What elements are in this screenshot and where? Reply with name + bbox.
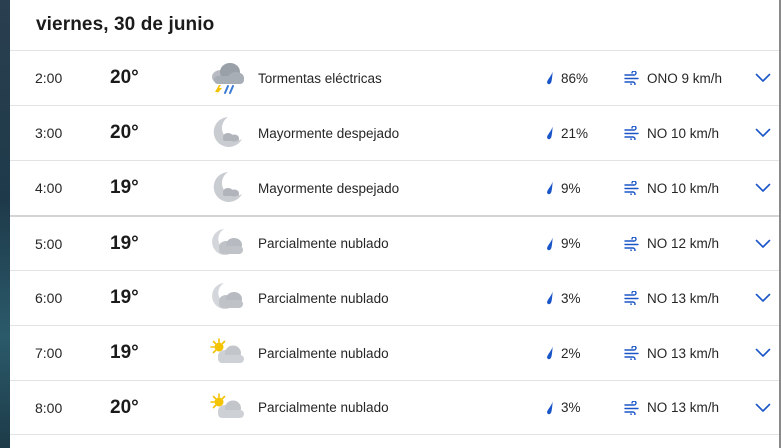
raindrop-icon [546, 71, 554, 85]
raindrop-icon [546, 346, 554, 360]
forecast-row[interactable]: 3:00 20° Mayormente despejado 21% NO 10 … [10, 105, 779, 160]
partly-cloudy-night-icon [207, 271, 247, 325]
hour-label: 4:00 [35, 180, 63, 196]
hourly-list: 2:00 20° Tormentas eléctricas 86% ONO 9 … [10, 50, 779, 435]
condition-text: Mayormente despejado [258, 125, 400, 141]
forecast-row[interactable]: 5:00 19° Parcialmente nublado 9% NO 12 k… [10, 215, 779, 270]
chevron-down-icon[interactable] [753, 106, 773, 160]
hour-label: 6:00 [35, 290, 63, 306]
precipitation: 3% [546, 271, 581, 325]
partly-cloudy-day-icon [207, 326, 247, 380]
precipitation: 2% [546, 326, 581, 380]
mostly-clear-night-icon [207, 161, 247, 215]
wind-icon [624, 400, 640, 415]
precip-value: 9% [561, 236, 581, 251]
raindrop-icon [546, 126, 554, 140]
wind: NO 13 km/h [624, 381, 719, 434]
chevron-down-icon[interactable] [753, 326, 773, 380]
partly-cloudy-day-icon [207, 381, 247, 434]
precipitation: 3% [546, 381, 581, 434]
thunderstorm-icon [207, 51, 247, 105]
chevron-down-icon[interactable] [753, 381, 773, 434]
wind-icon [624, 291, 640, 305]
precip-value: 21% [561, 125, 589, 141]
chevron-down-icon[interactable] [753, 271, 773, 325]
precipitation: 9% [546, 161, 581, 215]
precip-value: 3% [561, 400, 581, 415]
precip-value: 3% [561, 290, 581, 306]
precip-value: 2% [561, 345, 581, 361]
wind-value: NO 13 km/h [647, 345, 720, 361]
wind-value: NO 10 km/h [647, 125, 720, 141]
raindrop-icon [546, 237, 554, 251]
raindrop-icon [546, 181, 554, 195]
condition-text: Parcialmente nublado [258, 345, 389, 361]
temperature: 20° [110, 396, 139, 418]
wind-value: NO 13 km/h [647, 400, 720, 415]
hourly-forecast-panel: viernes, 30 de junio 2:00 20° Tormentas … [10, 0, 779, 448]
temperature: 19° [110, 342, 139, 363]
hour-label: 3:00 [35, 125, 63, 141]
precipitation: 86% [546, 51, 588, 105]
hour-label: 5:00 [35, 235, 63, 252]
precip-value: 9% [561, 180, 581, 196]
wind-icon [624, 181, 640, 195]
wind-value: ONO 9 km/h [647, 70, 723, 86]
condition-text: Parcialmente nublado [258, 290, 389, 306]
forecast-row[interactable]: 2:00 20° Tormentas eléctricas 86% ONO 9 … [10, 50, 779, 105]
forecast-row[interactable]: 4:00 19° Mayormente despejado 9% NO 10 k… [10, 160, 779, 215]
partly-cloudy-night-icon [207, 217, 247, 270]
wind: ONO 9 km/h [624, 51, 722, 105]
condition-text: Tormentas eléctricas [258, 70, 382, 86]
condition-text: Parcialmente nublado [258, 400, 389, 415]
raindrop-icon [546, 401, 554, 415]
mostly-clear-night-icon [207, 106, 247, 160]
temperature: 19° [110, 232, 139, 254]
raindrop-icon [546, 291, 554, 305]
condition-text: Parcialmente nublado [258, 236, 389, 251]
wind-value: NO 13 km/h [647, 290, 720, 306]
temperature: 20° [110, 122, 139, 143]
hour-label: 8:00 [35, 399, 63, 416]
wind: NO 13 km/h [624, 326, 719, 380]
temperature: 20° [110, 67, 139, 88]
precipitation: 21% [546, 106, 588, 160]
wind-icon [624, 236, 640, 251]
wind-icon [624, 71, 640, 85]
wind-icon [624, 346, 640, 360]
condition-text: Mayormente despejado [258, 180, 400, 196]
chevron-down-icon[interactable] [753, 217, 773, 270]
background-edge [0, 0, 10, 448]
wind: NO 13 km/h [624, 271, 719, 325]
wind-icon [624, 126, 640, 140]
forecast-row[interactable]: 7:00 19° Parcialmente nublado 2% NO 13 k… [10, 325, 779, 380]
wind: NO 10 km/h [624, 161, 719, 215]
temperature: 19° [110, 287, 139, 308]
temperature: 19° [110, 177, 139, 198]
forecast-row[interactable]: 6:00 19° Parcialmente nublado 3% NO 13 k… [10, 270, 779, 325]
wind-value: NO 12 km/h [647, 236, 720, 251]
chevron-down-icon[interactable] [753, 161, 773, 215]
forecast-row[interactable]: 8:00 20° Parcialmente nublado 3% NO 13 k… [10, 380, 779, 435]
chevron-down-icon[interactable] [753, 51, 773, 105]
wind-value: NO 10 km/h [647, 180, 720, 196]
wind: NO 10 km/h [624, 106, 719, 160]
hour-label: 7:00 [35, 345, 63, 361]
day-heading: viernes, 30 de junio [36, 14, 215, 35]
precip-value: 86% [561, 70, 589, 86]
wind: NO 12 km/h [624, 217, 719, 270]
precipitation: 9% [546, 217, 581, 270]
hour-label: 2:00 [35, 70, 63, 86]
